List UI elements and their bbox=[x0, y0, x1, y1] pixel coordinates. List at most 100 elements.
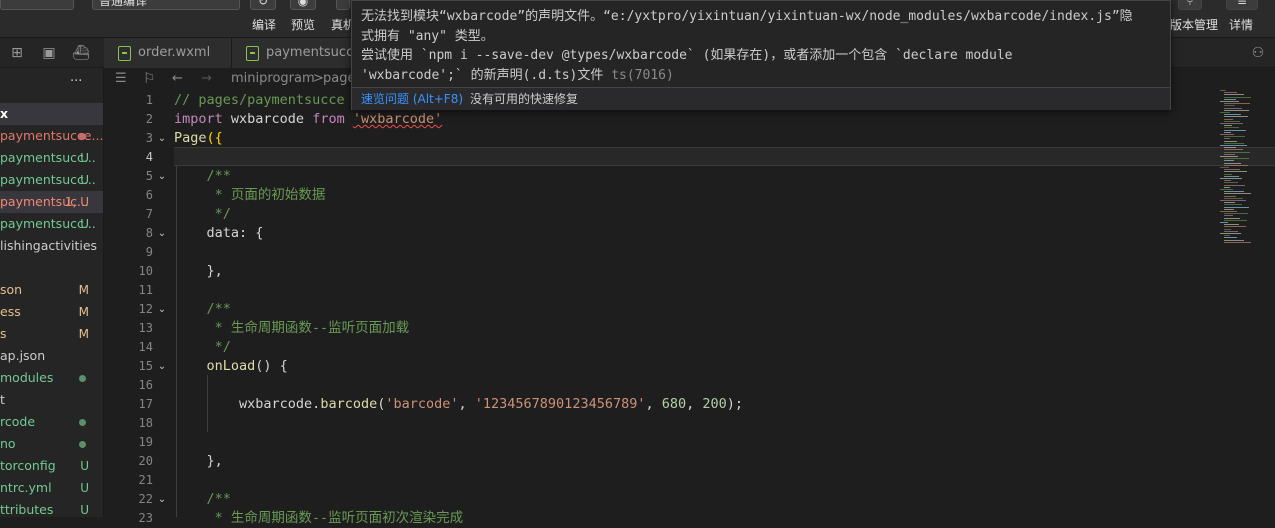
file-tree-item[interactable]: paymentsucce... bbox=[0, 125, 103, 147]
file-tree-label: ap.json bbox=[0, 348, 46, 363]
minimap-line bbox=[1220, 112, 1230, 113]
code-area[interactable]: // pages/paymentsucce import wxbarcode fr… bbox=[174, 90, 1214, 526]
minimap[interactable] bbox=[1220, 90, 1275, 310]
code-token: /** bbox=[174, 491, 231, 507]
file-tree-item[interactable]: modules bbox=[0, 367, 103, 389]
peek-problem-link[interactable]: 速览问题 (Alt+F8) bbox=[361, 88, 463, 110]
git-status-badge: U bbox=[80, 151, 89, 165]
line-number: 22 bbox=[138, 492, 153, 506]
file-tree-item[interactable]: ntrc.yml U bbox=[0, 477, 103, 499]
code-line: }, bbox=[174, 452, 223, 471]
file-tree-item[interactable]: no bbox=[0, 433, 103, 455]
line-number: 15 bbox=[138, 359, 153, 373]
menu-details[interactable]: 详情 bbox=[1229, 16, 1253, 33]
file-tree-item[interactable]: lishingactivities bbox=[0, 235, 103, 257]
line-number: 1 bbox=[145, 93, 153, 107]
toolbar-left-control[interactable] bbox=[0, 0, 74, 10]
code-line: * 页面的初始数据 bbox=[174, 186, 326, 205]
bookmark-icon[interactable]: ⚐ bbox=[143, 68, 156, 90]
file-tree-label: ess bbox=[0, 304, 21, 319]
file-tree-item[interactable]: ttributes U bbox=[0, 499, 103, 517]
error-message-line: 无法找到模块“wxbarcode”的声明文件。“e:/yxtpro/yixint… bbox=[361, 9, 1133, 24]
forward-arrow-icon[interactable]: → bbox=[201, 68, 212, 90]
code-token: * 生命周期函数--监听页面加载 bbox=[174, 320, 410, 336]
minimap-line bbox=[1224, 151, 1250, 153]
tab-order-wxml[interactable]: order.wxml bbox=[104, 38, 232, 68]
refresh-icon[interactable]: ↻ bbox=[250, 0, 276, 10]
code-token: ({ bbox=[206, 130, 223, 146]
fold-chevron-icon[interactable]: ⌄ bbox=[155, 357, 169, 376]
minimap-line bbox=[1224, 158, 1249, 160]
minimap-line bbox=[1224, 92, 1237, 94]
compile-mode-select[interactable]: 普通编译 bbox=[92, 0, 240, 10]
file-tree-item[interactable]: paymentsucc... U bbox=[0, 213, 103, 235]
minimap-line bbox=[1224, 109, 1249, 111]
save-icon[interactable]: ▣ bbox=[40, 44, 58, 62]
fold-chevron-icon[interactable]: ⌄ bbox=[155, 224, 169, 243]
file-tree-item[interactable]: paymentsucc... U bbox=[0, 169, 103, 191]
line-number: 9 bbox=[145, 245, 153, 259]
line-number: 4 bbox=[145, 150, 153, 164]
git-status-badge: M bbox=[78, 327, 89, 341]
code-line: /** bbox=[174, 300, 231, 319]
toolbar-control[interactable] bbox=[336, 0, 350, 10]
docker-icon[interactable]: ⛴ bbox=[72, 44, 90, 62]
layout-icon[interactable]: ⊞ bbox=[8, 44, 26, 62]
line-number: 10 bbox=[138, 264, 153, 278]
code-token: // pages/paymentsucce bbox=[174, 92, 345, 108]
minimap-line bbox=[1224, 193, 1251, 195]
error-message-text: 'wxbarcode';` 的新声明(.d.ts)文件 bbox=[361, 67, 604, 83]
code-token: : { bbox=[239, 225, 264, 241]
file-tree-item[interactable]: x bbox=[0, 103, 103, 125]
code-token: }, bbox=[174, 263, 223, 279]
code-token: */ bbox=[174, 339, 231, 355]
file-tree-item[interactable]: paymentsuc... 1, U bbox=[0, 191, 103, 213]
file-tree-item[interactable]: ap.json bbox=[0, 345, 103, 367]
file-tree-item[interactable]: paymentsucc... U bbox=[0, 147, 103, 169]
menu-compile[interactable]: 编译 bbox=[252, 16, 276, 33]
line-number: 3 bbox=[145, 131, 153, 145]
minimap-line bbox=[1224, 125, 1232, 127]
file-tree-label: lishingactivities bbox=[0, 238, 98, 253]
quick-fix-status: 没有可用的快速修复 bbox=[470, 92, 579, 106]
menu-version-management[interactable]: 版本管理 bbox=[1170, 16, 1218, 33]
code-token: 'barcode' bbox=[385, 396, 459, 412]
source-control-icon[interactable]: ⚇ bbox=[1249, 44, 1267, 62]
file-tree-item[interactable] bbox=[0, 257, 103, 279]
minimap-line bbox=[1220, 200, 1246, 201]
minimap-line bbox=[1224, 217, 1240, 219]
code-line: // pages/paymentsucce bbox=[174, 91, 345, 110]
back-arrow-icon[interactable]: ← bbox=[172, 68, 183, 90]
file-tree-item[interactable]: rcode bbox=[0, 411, 103, 433]
menu-preview[interactable]: 预览 bbox=[291, 16, 315, 33]
file-tree-item[interactable]: sM bbox=[0, 323, 103, 345]
breadcrumb-miniprogram[interactable]: miniprogram bbox=[231, 68, 315, 90]
fold-chevron-icon[interactable]: ⌄ bbox=[155, 129, 169, 148]
minimap-line bbox=[1224, 182, 1238, 184]
code-token: import bbox=[174, 111, 223, 127]
minimap-line bbox=[1220, 101, 1239, 102]
minimap-line bbox=[1224, 228, 1231, 230]
eye-icon[interactable]: ◉ bbox=[290, 0, 316, 10]
line-number: 11 bbox=[138, 283, 153, 297]
fold-chevron-icon[interactable]: ⌄ bbox=[155, 490, 169, 509]
code-token: wxbarcode bbox=[222, 111, 313, 127]
file-tree-item[interactable]: torconfig U bbox=[0, 455, 103, 477]
tab-paymentsuccess[interactable]: paymentsucce bbox=[232, 38, 362, 68]
minimap-line bbox=[1220, 156, 1238, 157]
minimap-line bbox=[1224, 219, 1247, 221]
code-editor[interactable]: ☰ ⚐ ← → miniprogram > page 1 2 3 4 5 6 7 8 9 10 11… bbox=[105, 68, 1275, 526]
fold-chevron-icon[interactable]: ⌄ bbox=[155, 300, 169, 319]
file-tree-item[interactable]: t bbox=[0, 389, 103, 411]
error-hover-tooltip: 无法找到模块“wxbarcode”的声明文件。“e:/yxtpro/yixint… bbox=[351, 0, 1171, 110]
file-tree-item[interactable]: ess M bbox=[0, 301, 103, 323]
menu-icon[interactable]: ≡ bbox=[1226, 0, 1258, 10]
branch-icon[interactable]: ⑂ bbox=[1178, 0, 1202, 10]
file-tree-item[interactable]: son M bbox=[0, 279, 103, 301]
code-line: data: { bbox=[174, 224, 264, 243]
more-actions-icon[interactable]: ··· bbox=[70, 74, 82, 89]
minimap-line bbox=[1224, 235, 1230, 237]
fold-chevron-icon[interactable]: ⌄ bbox=[155, 167, 169, 186]
list-icon[interactable]: ☰ bbox=[115, 68, 127, 90]
code-token: * 页面的初始数据 bbox=[174, 187, 326, 203]
